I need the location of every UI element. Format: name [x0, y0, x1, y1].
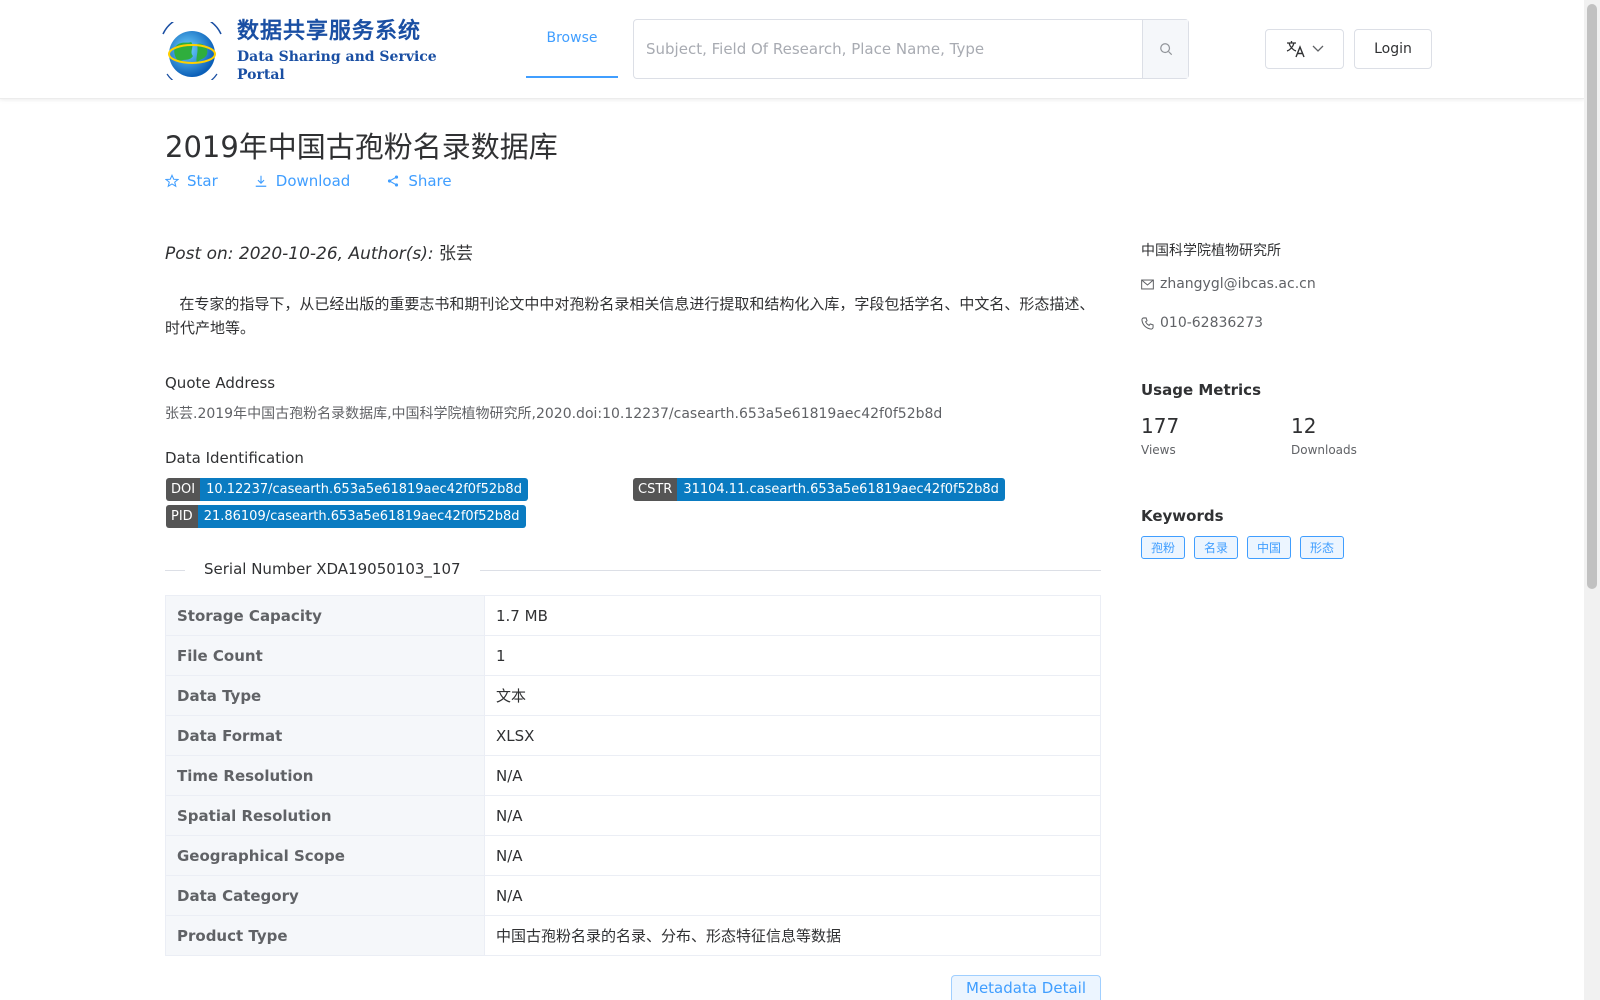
doi-key: DOI [166, 478, 201, 501]
share-label: Share [408, 172, 452, 190]
usage-metrics-title: Usage Metrics [1141, 381, 1261, 399]
keyword-tag[interactable]: 形态 [1300, 536, 1345, 559]
chevron-down-icon [1312, 45, 1323, 52]
table-row: Data Category N/A [165, 875, 1101, 916]
email-text: zhangygl@ibcas.ac.cn [1160, 276, 1316, 292]
doi-value: 10.12237/casearth.653a5e61819aec42f0f52b… [200, 478, 528, 501]
table-row: Product Type 中国古孢粉名录的名录、分布、形态特征信息等数据 [165, 915, 1101, 956]
row-value: 1 [484, 635, 1101, 676]
contact-email[interactable]: zhangygl@ibcas.ac.cn [1141, 276, 1316, 292]
row-value: XLSX [484, 715, 1101, 756]
nav-browse-tab[interactable]: Browse [526, 0, 618, 78]
download-button[interactable]: Download [254, 172, 351, 190]
translate-icon [1286, 41, 1305, 58]
phone-icon [1141, 316, 1154, 330]
table-row: Spatial Resolution N/A [165, 795, 1101, 836]
download-label: Download [275, 172, 351, 190]
row-value: N/A [484, 755, 1101, 796]
metadata-table: Storage Capacity 1.7 MB File Count 1 Data … [165, 595, 1101, 956]
row-key: Product Type [165, 915, 485, 956]
keyword-tag[interactable]: 名录 [1194, 536, 1239, 559]
language-switch-button[interactable] [1265, 29, 1344, 69]
metadata-detail-button[interactable]: Metadata Detail [951, 975, 1101, 1000]
table-row: Storage Capacity 1.7 MB [165, 595, 1101, 636]
description-text: 在专家的指导下，从已经出版的重要志书和期刊论文中中对孢粉名录相关信息进行提取和结… [165, 295, 1095, 337]
row-key: Data Type [165, 675, 485, 716]
row-value: 1.7 MB [484, 595, 1101, 636]
row-value: N/A [484, 795, 1101, 836]
cstr-badge[interactable]: CSTR 31104.11.casearth.653a5e61819aec42f… [633, 478, 1005, 501]
search-icon [1159, 43, 1172, 56]
contact-phone: 010-62836273 [1141, 315, 1263, 331]
keywords-title: Keywords [1141, 507, 1224, 525]
views-count: 177 [1141, 414, 1180, 438]
phone-text: 010-62836273 [1160, 315, 1264, 331]
serial-number: Serial Number XDA19050103_107 [185, 560, 480, 578]
quote-address-text: 张芸.2019年中国古孢粉名录数据库,中国科学院植物研究所,2020.doi:1… [165, 406, 943, 422]
downloads-count: 12 [1291, 414, 1317, 438]
page-title: 2019年中国古孢粉名录数据库 [165, 130, 558, 164]
organization-name: 中国科学院植物研究所 [1141, 243, 1281, 259]
table-row: Data Type 文本 [165, 675, 1101, 716]
login-button[interactable]: Login [1354, 29, 1432, 69]
pid-badge[interactable]: PID 21.86109/casearth.653a5e61819aec42f0… [166, 505, 526, 528]
quote-address-label: Quote Address [165, 374, 276, 392]
share-icon [388, 175, 399, 187]
doi-badge[interactable]: DOI 10.12237/casearth.653a5e61819aec42f0… [166, 478, 528, 501]
top-header: 数据共享服务系统 Data Sharing and Service Portal… [0, 0, 1584, 99]
post-date: Post on: 2020-10-26, Author(s): [165, 244, 439, 264]
row-key: Data Category [165, 875, 485, 916]
star-button[interactable]: Star [165, 172, 218, 190]
table-row: Data Format XLSX [165, 715, 1101, 756]
scrollbar-thumb[interactable] [1587, 4, 1597, 589]
row-value: N/A [484, 875, 1101, 916]
row-value: 中国古孢粉名录的名录、分布、形态特征信息等数据 [484, 915, 1101, 956]
downloads-label: Downloads [1291, 443, 1357, 457]
table-row: Time Resolution N/A [165, 755, 1101, 796]
logo-title-en: Data Sharing and Service Portal [237, 49, 437, 83]
keyword-tag[interactable]: 中国 [1247, 536, 1292, 559]
views-label: Views [1141, 443, 1176, 457]
site-logo[interactable]: 数据共享服务系统 Data Sharing and Service Portal [153, 14, 443, 88]
table-row: Geographical Scope N/A [165, 835, 1101, 876]
share-button[interactable]: Share [386, 172, 452, 190]
row-key: File Count [165, 635, 485, 676]
row-value: N/A [484, 835, 1101, 876]
keyword-tag[interactable]: 孢粉 [1141, 536, 1186, 559]
dataset-description: 在专家的指导下，从已经出版的重要志书和期刊论文中中对孢粉名录相关信息进行提取和结… [165, 292, 1101, 340]
cstr-value: 31104.11.casearth.653a5e61819aec42f0f52b… [677, 478, 1005, 501]
data-identification-label: Data Identification [165, 449, 304, 467]
row-key: Time Resolution [165, 755, 485, 796]
download-icon [255, 175, 267, 187]
search-box [633, 19, 1189, 79]
logo-title-cn: 数据共享服务系统 [237, 19, 422, 44]
search-button[interactable] [1142, 20, 1188, 78]
search-input[interactable] [634, 20, 1142, 78]
keywords-list: 孢粉 名录 中国 形态 [1141, 536, 1345, 559]
dataset-actions: Star Download Share [165, 172, 452, 190]
row-value: 文本 [484, 675, 1101, 716]
row-key: Geographical Scope [165, 835, 485, 876]
post-author: 张芸 [438, 244, 473, 264]
row-key: Data Format [165, 715, 485, 756]
mail-icon [1141, 279, 1154, 289]
pid-key: PID [166, 505, 198, 528]
pid-value: 21.86109/casearth.653a5e61819aec42f0f52b… [197, 505, 526, 528]
page-scrollbar[interactable] [1584, 0, 1600, 1000]
cstr-key: CSTR [633, 478, 678, 501]
row-key: Storage Capacity [165, 595, 485, 636]
star-icon [165, 174, 179, 188]
globe-logo-icon [153, 14, 231, 88]
post-info: Post on: 2020-10-26, Author(s): 张芸 [165, 239, 473, 264]
row-key: Spatial Resolution [165, 795, 485, 836]
table-row: File Count 1 [165, 635, 1101, 676]
star-label: Star [187, 172, 218, 190]
